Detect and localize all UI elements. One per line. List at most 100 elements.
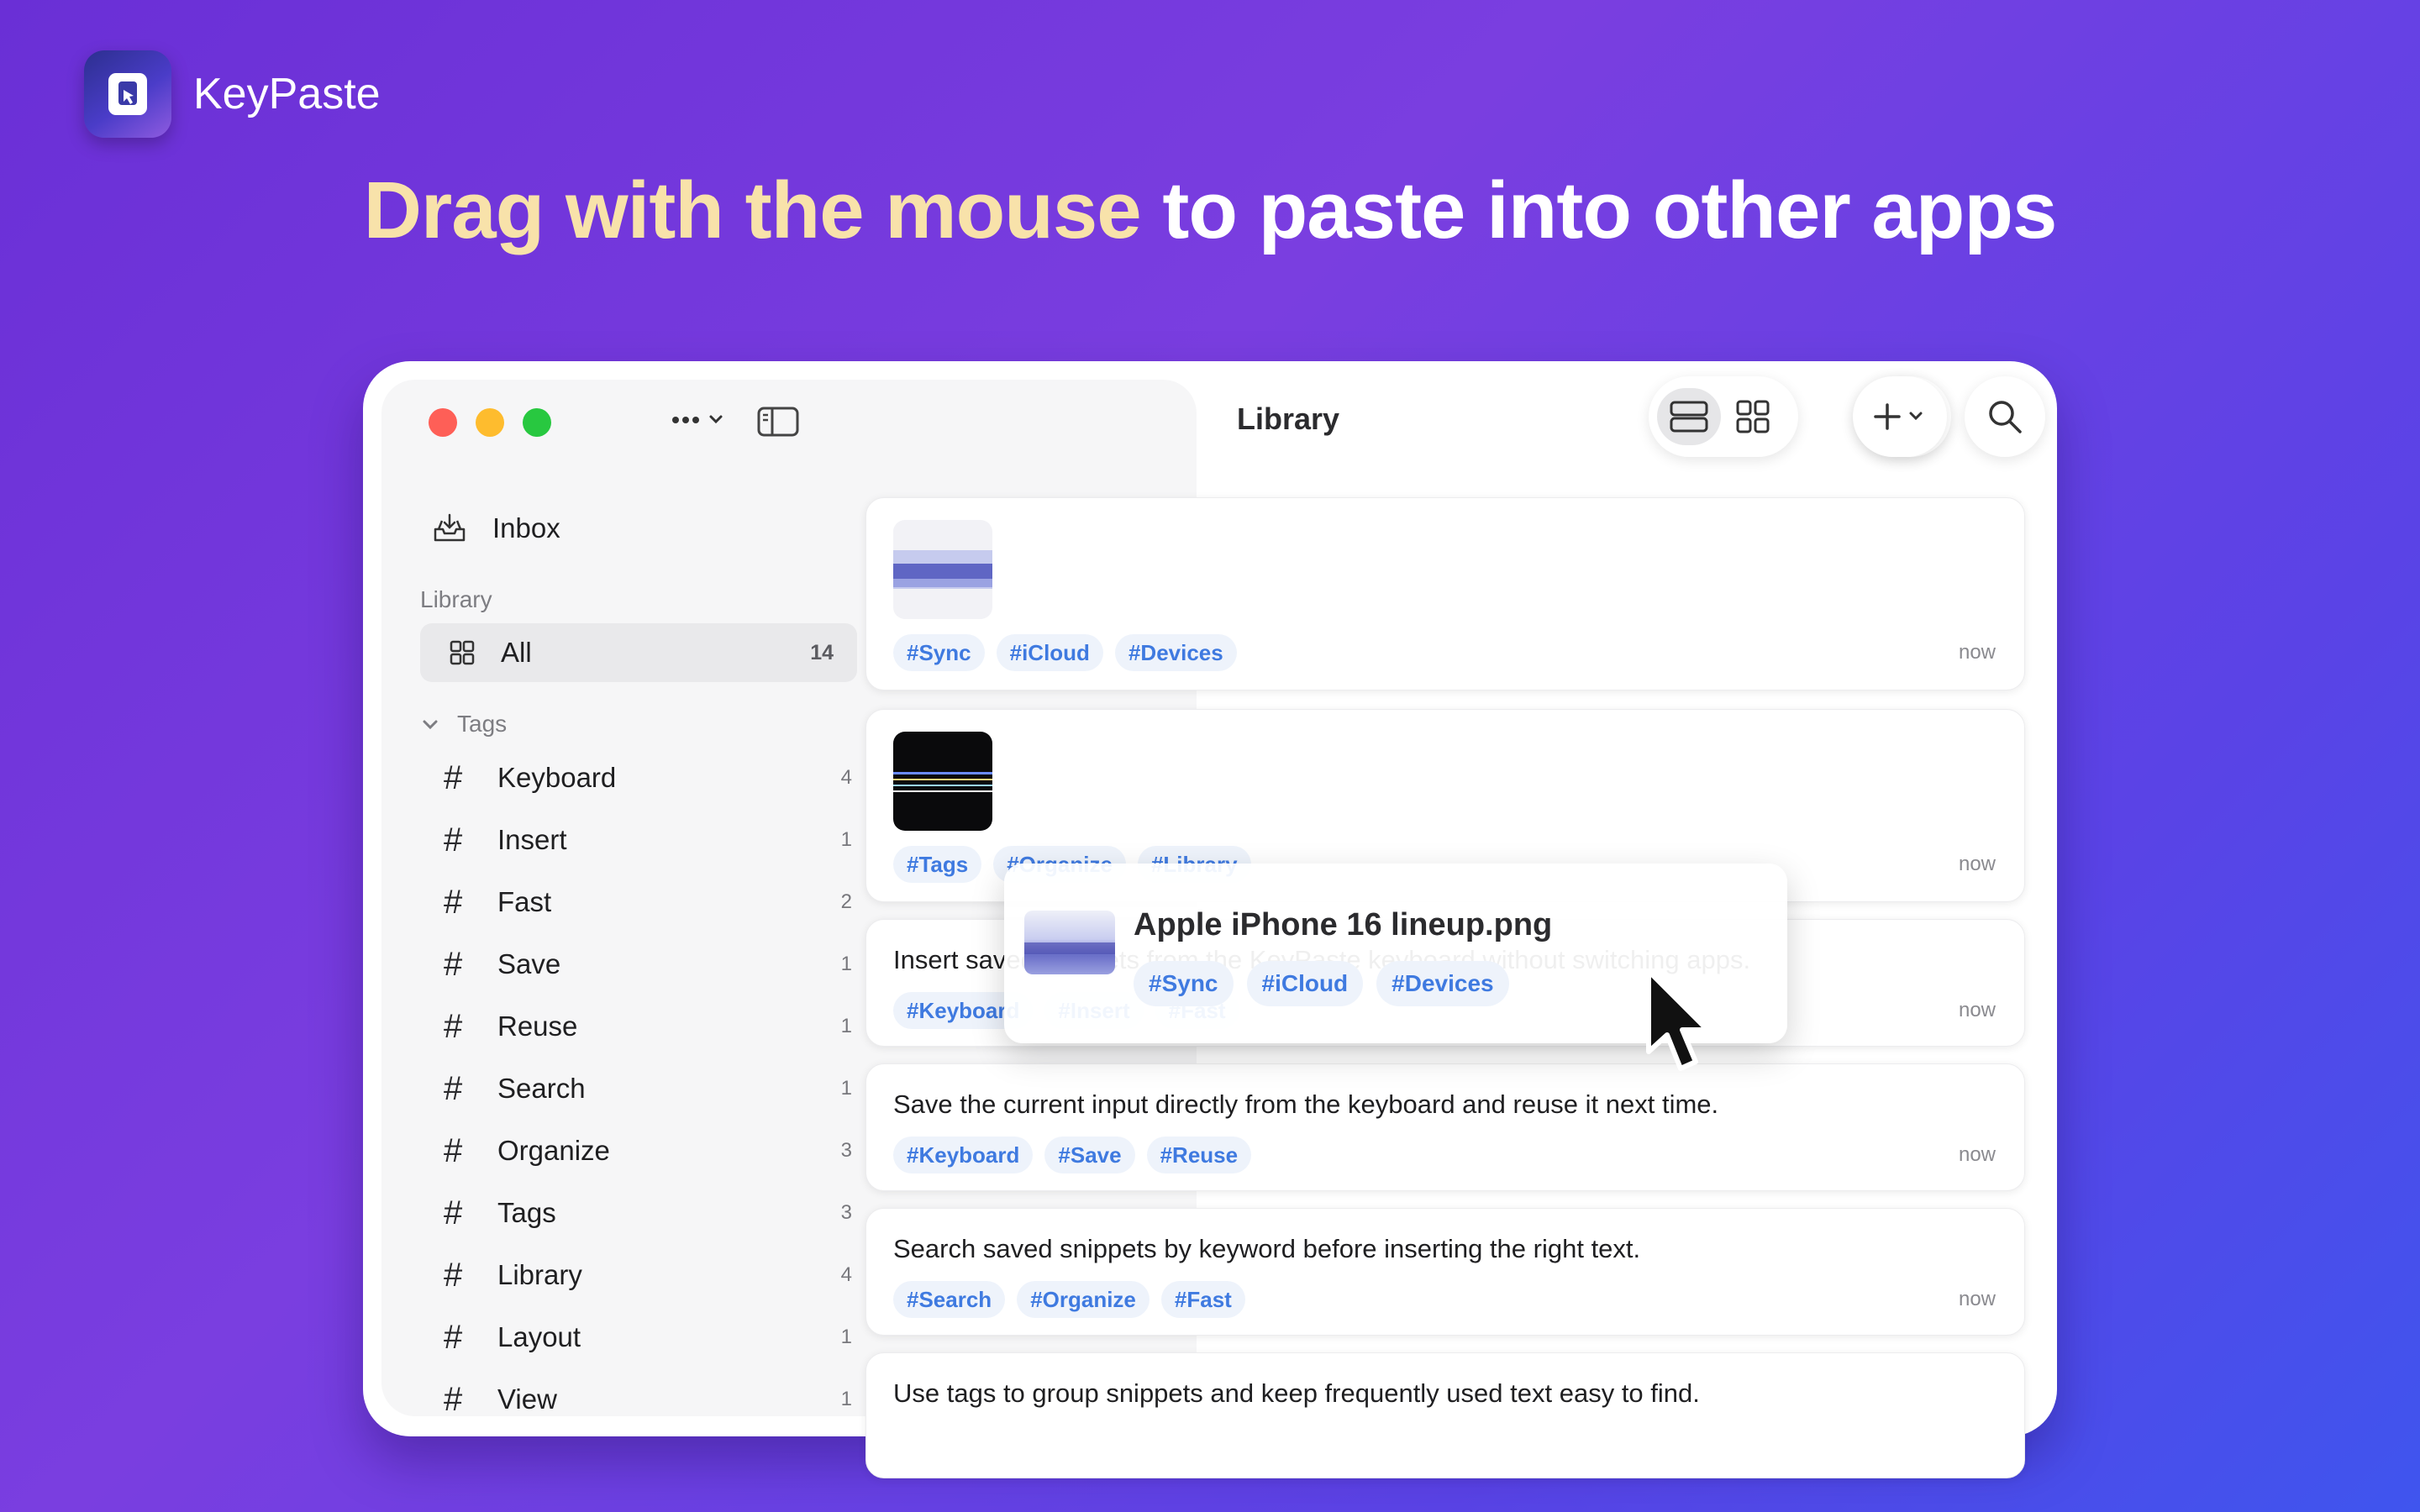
tag-name: Fast	[497, 886, 552, 917]
tag-count: 4	[840, 766, 852, 789]
tag-name: Search	[497, 1073, 586, 1104]
sidebar-tag-item[interactable]: # Reuse 1	[444, 995, 855, 1058]
snippet-timestamp: now	[1958, 999, 1996, 1021]
snippet-text: Save the current input directly from the…	[893, 1089, 1719, 1119]
tag-chip: #iCloud	[1246, 961, 1364, 1006]
page-title: Library	[1237, 402, 1340, 436]
snippet-card[interactable]: Search saved snippets by keyword before …	[865, 1208, 2025, 1336]
list-view-icon	[1670, 401, 1708, 433]
hashtag-icon: #	[444, 1256, 463, 1294]
tag-count: 1	[840, 1077, 852, 1100]
drag-preview-title: Apple iPhone 16 lineup.png	[1134, 907, 1553, 942]
sidebar-item-inbox[interactable]: Inbox	[432, 512, 560, 544]
all-label: All	[501, 637, 532, 668]
tag-chip[interactable]: #Sync	[893, 634, 985, 671]
grid-view-icon	[1736, 400, 1770, 433]
drag-preview-tags: #Sync #iCloud #Devices	[1134, 961, 1509, 1006]
snippet-card[interactable]: Use tags to group snippets and keep freq…	[865, 1352, 2025, 1478]
tag-chip[interactable]: #Tags	[893, 846, 982, 883]
tags-section-label: Tags	[457, 711, 508, 737]
sidebar-toggle-icon	[757, 407, 799, 437]
tag-chip[interactable]: #iCloud	[996, 634, 1103, 671]
brand-name: KeyPaste	[193, 70, 381, 118]
tag-chip[interactable]: #Keyboard	[893, 1137, 1034, 1173]
tag-name: Reuse	[497, 1011, 578, 1042]
add-button[interactable]	[1853, 376, 1947, 457]
hashtag-icon: #	[444, 945, 463, 983]
tag-count: 4	[840, 1263, 852, 1286]
sidebar-item-all[interactable]: All 14	[420, 623, 857, 682]
tag-count: 1	[840, 1326, 852, 1348]
tag-count: 1	[840, 828, 852, 851]
sidebar-tag-item[interactable]: # Save 1	[444, 933, 855, 995]
keypaste-app-icon	[84, 50, 171, 138]
snippet-thumbnail	[893, 732, 992, 831]
search-icon	[1989, 401, 2022, 433]
arrow-cursor-icon	[1644, 968, 1719, 1081]
sidebar-tag-item[interactable]: # Search 1	[444, 1058, 855, 1120]
tag-chip[interactable]: #Save	[1044, 1137, 1135, 1173]
brand: KeyPaste	[84, 50, 381, 138]
sidebar-more-button[interactable]	[669, 405, 731, 435]
snippet-tags: #Search #Organize #Fast	[893, 1281, 1245, 1318]
snippet-text: Search saved snippets by keyword before …	[893, 1234, 1641, 1263]
sidebar-tag-item[interactable]: # Keyboard 4	[444, 747, 855, 809]
drag-preview-thumbnail	[1024, 911, 1115, 974]
tag-chip[interactable]: #Reuse	[1146, 1137, 1252, 1173]
tag-chip[interactable]: #Fast	[1160, 1281, 1245, 1318]
inbox-tray-icon	[434, 513, 466, 542]
ellipsis-chevron-icon	[672, 415, 723, 424]
tag-name: View	[497, 1383, 557, 1415]
sidebar-tag-item[interactable]: # View 1	[444, 1368, 855, 1431]
tag-name: Save	[497, 948, 561, 979]
hashtag-icon: #	[444, 1318, 463, 1356]
tag-count: 2	[840, 890, 852, 913]
tag-name: Keyboard	[497, 762, 617, 793]
tag-count: 1	[840, 1015, 852, 1037]
hashtag-icon: #	[444, 1007, 463, 1045]
tag-chip[interactable]: #Devices	[1114, 634, 1237, 671]
grid-view-button[interactable]	[1721, 388, 1785, 445]
hashtag-icon: #	[444, 759, 463, 796]
tag-name: Layout	[497, 1321, 581, 1352]
sidebar-toggle-button[interactable]	[756, 405, 800, 443]
tag-count: 1	[840, 1388, 852, 1410]
sidebar-tag-item[interactable]: # Fast 2	[444, 871, 855, 933]
sidebar-tag-item[interactable]: # Library 4	[444, 1244, 855, 1306]
chevron-down-icon	[423, 720, 438, 730]
tag-chip: #Devices	[1376, 961, 1509, 1006]
sidebar-tag-item[interactable]: # Tags 3	[444, 1182, 855, 1244]
snippet-card[interactable]: Save the current input directly from the…	[865, 1063, 2025, 1191]
grid-icon	[450, 640, 475, 665]
tag-chip[interactable]: #Organize	[1017, 1281, 1150, 1318]
headline: Drag with the mouse to paste into other …	[0, 165, 2420, 257]
list-view-button[interactable]	[1657, 388, 1721, 445]
hashtag-icon: #	[444, 821, 463, 858]
hashtag-icon: #	[444, 1069, 463, 1107]
sidebar-tag-item[interactable]: # Insert 1	[444, 809, 855, 871]
tag-chip[interactable]: #Search	[893, 1281, 1006, 1318]
snippet-thumbnail	[893, 520, 992, 619]
tags-section-toggle[interactable]: Tags	[420, 711, 507, 738]
tag-count: 3	[840, 1201, 852, 1224]
window-controls	[429, 408, 551, 437]
plus-chevron-icon	[1874, 403, 1923, 430]
hashtag-icon: #	[444, 1194, 463, 1231]
hashtag-icon: #	[444, 883, 463, 921]
close-window-button[interactable]	[429, 408, 457, 437]
sidebar-tag-item[interactable]: # Layout 1	[444, 1306, 855, 1368]
snippet-card[interactable]: #Sync #iCloud #Devices now	[865, 497, 2025, 690]
tag-chip: #Sync	[1134, 961, 1234, 1006]
snippet-timestamp: now	[1958, 853, 1996, 875]
tag-count: 3	[840, 1139, 852, 1162]
snippet-tags: #Sync #iCloud #Devices	[893, 634, 1237, 671]
inbox-label: Inbox	[492, 512, 560, 543]
tag-name: Library	[497, 1259, 582, 1290]
zoom-window-button[interactable]	[523, 408, 551, 437]
hashtag-icon: #	[444, 1380, 463, 1418]
minimize-window-button[interactable]	[476, 408, 504, 437]
search-button[interactable]	[1965, 376, 2045, 457]
snippet-text: Use tags to group snippets and keep freq…	[893, 1378, 1700, 1408]
sidebar-tag-item[interactable]: # Organize 3	[444, 1120, 855, 1182]
library-section-label: Library	[420, 586, 492, 612]
